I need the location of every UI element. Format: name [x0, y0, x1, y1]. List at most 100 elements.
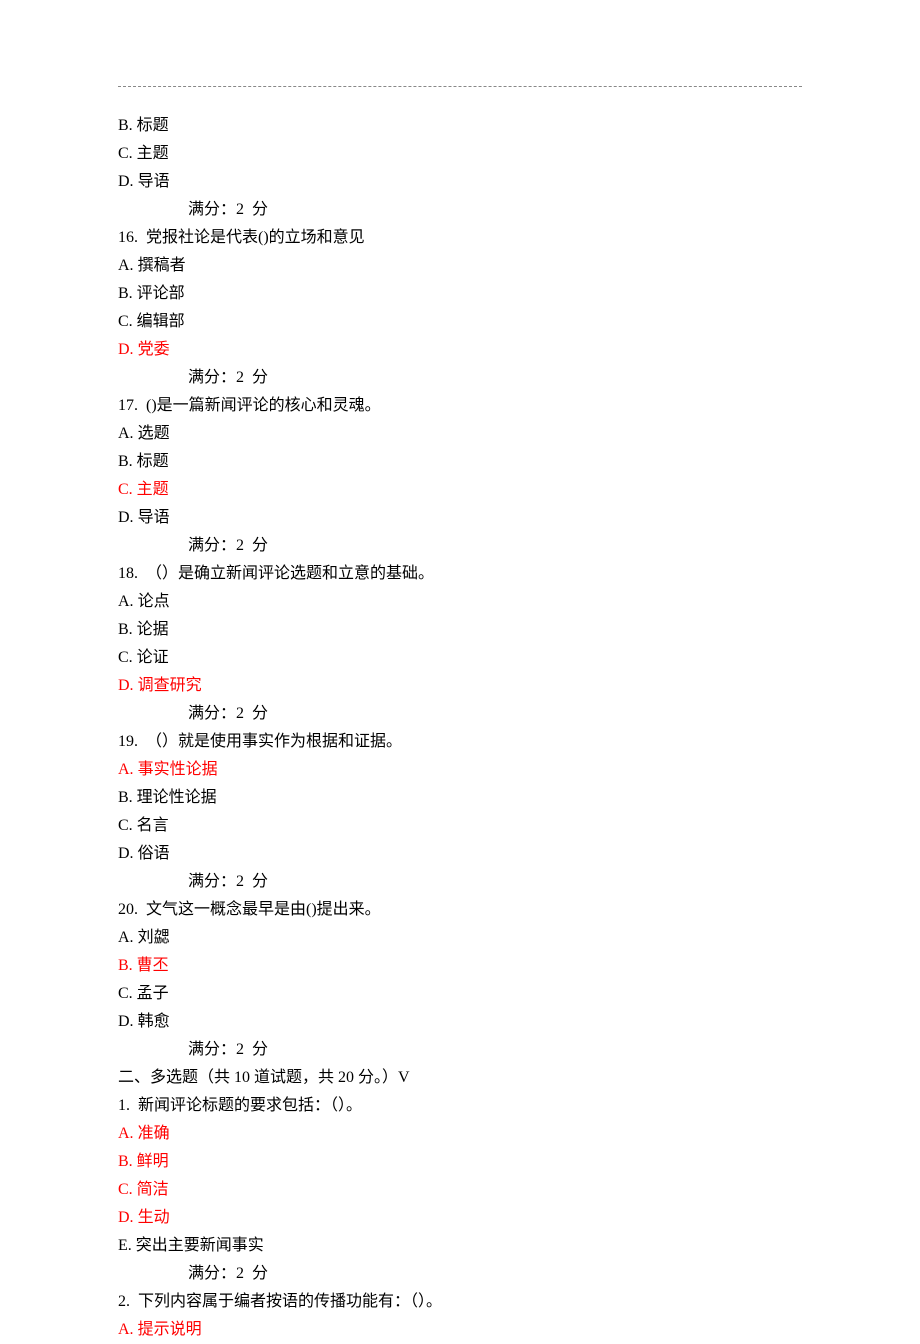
option: B. 论据 [118, 616, 802, 644]
option: A. 论点 [118, 588, 802, 616]
option-label: A. [118, 593, 134, 610]
option-text: 生动 [138, 1209, 170, 1226]
option-text: 选题 [138, 425, 170, 442]
option-label: D. [118, 341, 134, 358]
score-line: 满分：2 分 [118, 364, 802, 392]
score-line: 满分：2 分 [118, 868, 802, 896]
question-text: 党报社论是代表()的立场和意见 [138, 229, 365, 246]
question-stem: 1. 新闻评论标题的要求包括：（）。 [118, 1092, 802, 1120]
option-text: 主题 [137, 481, 169, 498]
option: A. 刘勰 [118, 924, 802, 952]
option-text: 标题 [137, 117, 169, 134]
question-number: 17. [118, 392, 138, 420]
option-label: D. [118, 845, 134, 862]
option-label: B. [118, 789, 133, 806]
option: C. 编辑部 [118, 308, 802, 336]
option-text: 论证 [137, 649, 169, 666]
option-label: A. [118, 1321, 134, 1338]
option-label: C. [118, 313, 133, 330]
option-label: B. [118, 117, 133, 134]
page-top-divider [118, 86, 802, 87]
option-label: D. [118, 1013, 134, 1030]
option-text: 导语 [138, 173, 170, 190]
option: E. 突出主要新闻事实 [118, 1232, 802, 1260]
question-number: 16. [118, 224, 138, 252]
option: C. 简洁 [118, 1176, 802, 1204]
option-text: 刘勰 [138, 929, 170, 946]
score-line: 满分：2 分 [118, 1036, 802, 1064]
question-stem: 16. 党报社论是代表()的立场和意见 [118, 224, 802, 252]
option: B. 曹丕 [118, 952, 802, 980]
option-label: D. [118, 509, 134, 526]
option-label: C. [118, 481, 133, 498]
score-line: 满分：2 分 [118, 1260, 802, 1288]
option-label: B. [118, 453, 133, 470]
option-text: 论据 [137, 621, 169, 638]
question-number: 20. [118, 896, 138, 924]
option: B. 理论性论据 [118, 784, 802, 812]
option: A. 提示说明 [118, 1316, 802, 1344]
option-label: A. [118, 425, 134, 442]
score-line: 满分：2 分 [118, 196, 802, 224]
option: D. 调查研究 [118, 672, 802, 700]
option-text: 准确 [138, 1125, 170, 1142]
option: A. 事实性论据 [118, 756, 802, 784]
option: C. 论证 [118, 644, 802, 672]
option-text: 俗语 [138, 845, 170, 862]
option: C. 名言 [118, 812, 802, 840]
option-text: 标题 [137, 453, 169, 470]
option-label: A. [118, 257, 134, 274]
option-label: C. [118, 649, 133, 666]
document-body: B. 标题 C. 主题 D. 导语 满分：2 分 16. 党报社论是代表()的立… [118, 112, 802, 1344]
option-text: 事实性论据 [138, 761, 218, 778]
option-text: 韩愈 [138, 1013, 170, 1030]
option-label: B. [118, 957, 133, 974]
option-text: 调查研究 [138, 677, 202, 694]
option-label: D. [118, 173, 134, 190]
option: C. 主题 [118, 140, 802, 168]
score-line: 满分：2 分 [118, 700, 802, 728]
question-number: 18. [118, 560, 138, 588]
option-label: A. [118, 761, 134, 778]
question-text: （）就是使用事实作为根据和证据。 [138, 733, 402, 750]
question-stem: 20. 文气这一概念最早是由()提出来。 [118, 896, 802, 924]
score-line: 满分：2 分 [118, 532, 802, 560]
option: B. 标题 [118, 448, 802, 476]
option: D. 导语 [118, 168, 802, 196]
option: A. 选题 [118, 420, 802, 448]
section-header: 二、多选题（共 10 道试题，共 20 分。）V [118, 1064, 802, 1092]
option-text: 论点 [138, 593, 170, 610]
question-number: 19. [118, 728, 138, 756]
option-text: 撰稿者 [138, 257, 186, 274]
option: D. 韩愈 [118, 1008, 802, 1036]
option: A. 准确 [118, 1120, 802, 1148]
option-label: E. [118, 1237, 132, 1254]
option-label: C. [118, 145, 133, 162]
option-label: B. [118, 285, 133, 302]
question-stem: 17. ()是一篇新闻评论的核心和灵魂。 [118, 392, 802, 420]
question-text: 新闻评论标题的要求包括：（）。 [130, 1097, 362, 1114]
option-label: C. [118, 817, 133, 834]
question-stem: 2. 下列内容属于编者按语的传播功能有：（）。 [118, 1288, 802, 1316]
question-text: ()是一篇新闻评论的核心和灵魂。 [138, 397, 381, 414]
option-text: 孟子 [137, 985, 169, 1002]
option-text: 鲜明 [137, 1153, 169, 1170]
option-label: B. [118, 1153, 133, 1170]
option-label: C. [118, 985, 133, 1002]
question-stem: 18. （）是确立新闻评论选题和立意的基础。 [118, 560, 802, 588]
question-number: 1. [118, 1092, 130, 1120]
option: B. 鲜明 [118, 1148, 802, 1176]
option-label: C. [118, 1181, 133, 1198]
question-text: （）是确立新闻评论选题和立意的基础。 [138, 565, 434, 582]
option-text: 理论性论据 [137, 789, 217, 806]
option: D. 俗语 [118, 840, 802, 868]
option-text: 党委 [138, 341, 170, 358]
option: D. 生动 [118, 1204, 802, 1232]
option: B. 评论部 [118, 280, 802, 308]
option-label: B. [118, 621, 133, 638]
option-label: D. [118, 1209, 134, 1226]
question-text: 文气这一概念最早是由()提出来。 [138, 901, 381, 918]
option-text: 提示说明 [138, 1321, 202, 1338]
option-text: 评论部 [137, 285, 185, 302]
option-text: 导语 [138, 509, 170, 526]
